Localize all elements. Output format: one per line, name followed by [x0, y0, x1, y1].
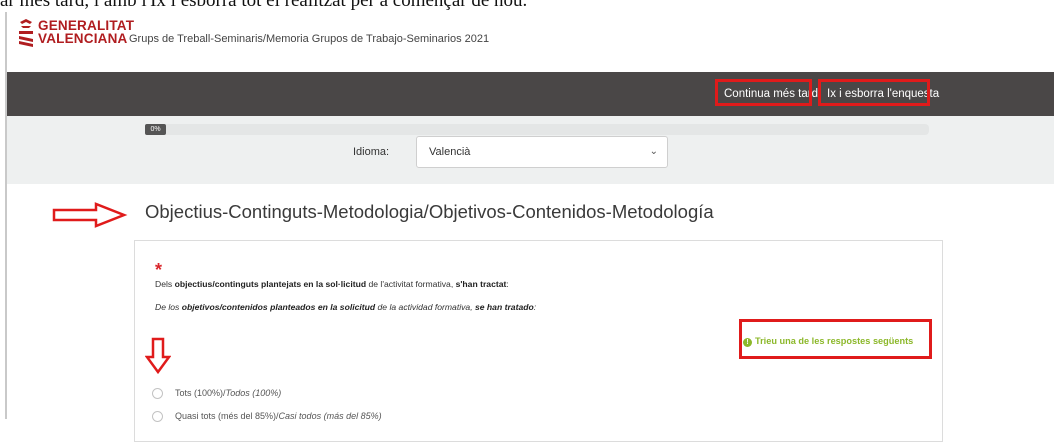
chevron-down-icon: ⌄ [649, 146, 658, 157]
document-text-fragment: ar més tard, i amb l'Ix i esborra tot el… [0, 0, 1054, 12]
progress-percent-badge: 0% [145, 124, 166, 135]
document-text: ar més tard, i amb l'Ix i esborra tot el… [0, 0, 528, 11]
language-selected-value: Valencià [429, 146, 471, 158]
exit-and-clear-button[interactable]: Ix i esborra l'enquesta [822, 83, 944, 105]
radio-button[interactable] [152, 388, 163, 399]
question-panel: * Dels objectius/continguts plantejats e… [134, 240, 943, 442]
question-text-spanish: De los objetivos/contenidos planteados e… [155, 302, 537, 312]
breadcrumb: Grups de Treball-Seminaris/Memoria Grupo… [129, 33, 490, 45]
question-text-valencian: Dels objectius/continguts plantejats en … [155, 279, 509, 289]
annotation-arrow-right-icon [52, 202, 128, 228]
continue-later-button[interactable]: Continua més tard [719, 83, 823, 105]
logo-wordmark: GENERALITAT VALENCIANA [38, 19, 134, 46]
annotation-arrow-down-icon [145, 337, 171, 375]
option-label-italic: Casi todos (más del 85%) [278, 411, 382, 421]
progress-bar: 0% [145, 124, 929, 135]
answer-option[interactable]: Quasi tots (més del 85%)/Casi todos (más… [152, 411, 382, 422]
language-label: Idioma: [353, 146, 390, 158]
generalitat-logo[interactable]: GENERALITAT VALENCIANA [18, 18, 134, 48]
option-label: Quasi tots (més del 85%)/ [175, 411, 279, 421]
generalitat-emblem-icon [19, 19, 33, 47]
answer-tip-text: Trieu una de les respostes següents [755, 336, 914, 346]
survey-navbar: Continua més tard Ix i esborra l'enquest… [7, 72, 1054, 116]
option-label: Tots (100%)/ [175, 388, 226, 398]
required-asterisk: * [155, 260, 163, 280]
answer-tip: ! Trieu una de les respostes següents [743, 336, 913, 347]
radio-button[interactable] [152, 411, 163, 422]
site-header: GENERALITAT VALENCIANA Grups de Treball-… [7, 12, 1054, 72]
language-select[interactable]: Valencià ⌄ [416, 136, 668, 168]
progress-language-bar: 0% Idioma: Valencià ⌄ [7, 116, 1054, 184]
question-group-title: Objectius-Continguts-Metodologia/Objetiv… [145, 201, 714, 222]
logo-line-2: VALENCIANA [38, 31, 128, 46]
option-label-italic: Todos (100%) [225, 388, 282, 398]
answer-option[interactable]: Tots (100%)/Todos (100%) [152, 388, 281, 399]
info-icon: ! [743, 338, 752, 347]
